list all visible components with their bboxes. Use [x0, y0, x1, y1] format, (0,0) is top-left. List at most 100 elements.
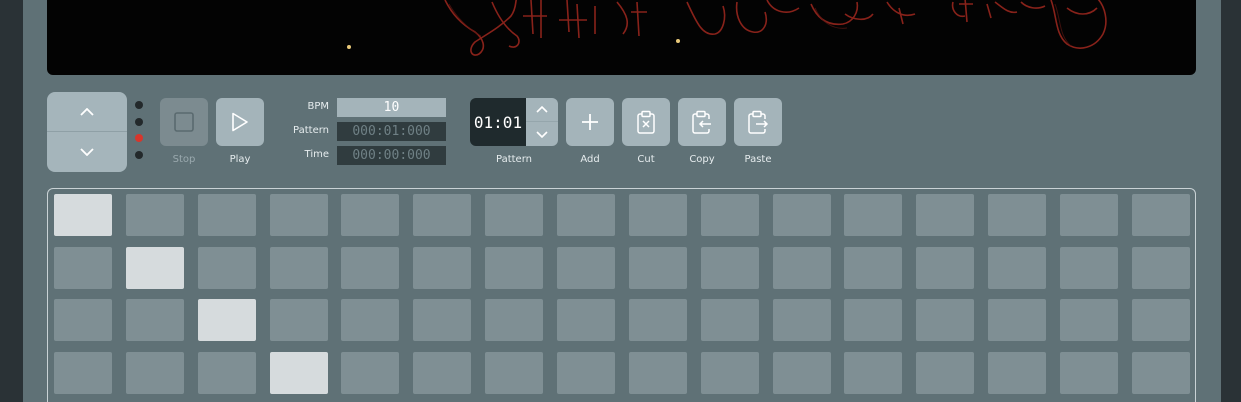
step-pad[interactable] — [197, 351, 256, 394]
time-label: Time — [304, 149, 329, 160]
add-button[interactable] — [566, 98, 614, 146]
step-pad[interactable] — [556, 351, 615, 394]
step-pad[interactable] — [269, 194, 328, 236]
step-pad[interactable] — [700, 351, 759, 394]
octave-led — [135, 117, 143, 126]
step-pad[interactable] — [1059, 194, 1118, 236]
step-pad[interactable] — [916, 194, 975, 236]
step-pad[interactable] — [988, 351, 1047, 394]
step-pad[interactable] — [556, 194, 615, 236]
chevron-down-icon — [80, 148, 94, 156]
step-pad[interactable] — [700, 194, 759, 236]
step-pad[interactable] — [1059, 299, 1118, 341]
octave-down-button[interactable] — [47, 132, 127, 172]
step-pad[interactable] — [988, 246, 1047, 289]
step-pad[interactable] — [844, 246, 903, 289]
chevron-down-icon — [536, 130, 548, 138]
oscilloscope-display — [47, 0, 1196, 75]
step-pad[interactable] — [844, 351, 903, 394]
step-pad[interactable] — [1059, 246, 1118, 289]
step-pad[interactable] — [125, 299, 184, 341]
step-pad[interactable] — [556, 299, 615, 341]
copy-button[interactable] — [678, 98, 726, 146]
step-pad-active[interactable] — [125, 246, 184, 289]
step-pad-active[interactable] — [269, 351, 328, 394]
step-pad[interactable] — [1131, 351, 1190, 394]
paste-button[interactable] — [734, 98, 782, 146]
step-pad[interactable] — [413, 351, 472, 394]
step-pad[interactable] — [125, 194, 184, 236]
step-pad[interactable] — [628, 351, 687, 394]
step-pad[interactable] — [1059, 351, 1118, 394]
step-pad[interactable] — [485, 351, 544, 394]
step-pad[interactable] — [125, 351, 184, 394]
step-pad[interactable] — [1131, 299, 1190, 341]
step-pad[interactable] — [628, 194, 687, 236]
step-pad[interactable] — [413, 246, 472, 289]
sequencer-panel: Stop Play BPM 10 Pattern 000:01:000 Time… — [23, 0, 1221, 402]
step-pad[interactable] — [54, 299, 112, 341]
step-pad[interactable] — [772, 299, 831, 341]
stop-button[interactable] — [160, 98, 208, 146]
step-pad[interactable] — [772, 194, 831, 236]
step-pad[interactable] — [413, 299, 472, 341]
play-label: Play — [229, 154, 251, 165]
step-pad[interactable] — [628, 246, 687, 289]
step-pad[interactable] — [485, 299, 544, 341]
step-pad[interactable] — [269, 299, 328, 341]
pattern-decrement-button[interactable] — [526, 122, 558, 146]
step-pad[interactable] — [700, 246, 759, 289]
chevron-up-icon — [536, 106, 548, 113]
octave-led-active — [135, 134, 143, 142]
step-pad[interactable] — [916, 351, 975, 394]
pattern-selector: 01:01 — [470, 98, 558, 146]
step-pad[interactable] — [54, 246, 112, 289]
step-pad[interactable] — [341, 246, 400, 289]
step-grid — [47, 188, 1196, 402]
step-pad[interactable] — [341, 299, 400, 341]
step-pad[interactable] — [988, 194, 1047, 236]
pattern-increment-button[interactable] — [526, 98, 558, 122]
step-pad[interactable] — [916, 299, 975, 341]
step-pad[interactable] — [54, 351, 112, 394]
bpm-label: BPM — [307, 101, 329, 112]
step-pad[interactable] — [413, 194, 472, 236]
octave-indicator — [135, 101, 145, 167]
step-pad[interactable] — [628, 299, 687, 341]
plus-icon — [582, 114, 598, 130]
step-pad[interactable] — [197, 194, 256, 236]
step-pad-active[interactable] — [54, 194, 112, 236]
step-pad[interactable] — [1131, 194, 1190, 236]
step-pad[interactable] — [341, 351, 400, 394]
time-display: 000:00:000 — [337, 146, 446, 165]
step-pad[interactable] — [700, 299, 759, 341]
play-button[interactable] — [216, 98, 264, 146]
bpm-input[interactable]: 10 — [337, 98, 446, 117]
play-icon — [232, 112, 248, 132]
clipboard-paste-icon — [748, 110, 769, 134]
copy-label: Copy — [689, 154, 715, 165]
paste-label: Paste — [744, 154, 772, 165]
step-pad[interactable] — [844, 194, 903, 236]
step-pad[interactable] — [988, 299, 1047, 341]
step-pad[interactable] — [485, 194, 544, 236]
step-pad-active[interactable] — [197, 299, 256, 341]
step-pad[interactable] — [341, 194, 400, 236]
pattern-position-display: 000:01:000 — [337, 122, 446, 141]
step-pad[interactable] — [772, 351, 831, 394]
chevron-up-icon — [80, 107, 94, 116]
step-pad[interactable] — [844, 299, 903, 341]
cut-label: Cut — [637, 154, 655, 165]
cut-button[interactable] — [622, 98, 670, 146]
octave-led — [135, 101, 143, 109]
step-pad[interactable] — [485, 246, 544, 289]
step-pad[interactable] — [1131, 246, 1190, 289]
clipboard-x-icon — [637, 110, 655, 134]
step-pad[interactable] — [916, 246, 975, 289]
step-pad[interactable] — [772, 246, 831, 289]
octave-up-button[interactable] — [47, 92, 127, 132]
step-pad[interactable] — [197, 246, 256, 289]
step-pad[interactable] — [556, 246, 615, 289]
step-pad[interactable] — [269, 246, 328, 289]
octave-shifter — [47, 92, 127, 172]
